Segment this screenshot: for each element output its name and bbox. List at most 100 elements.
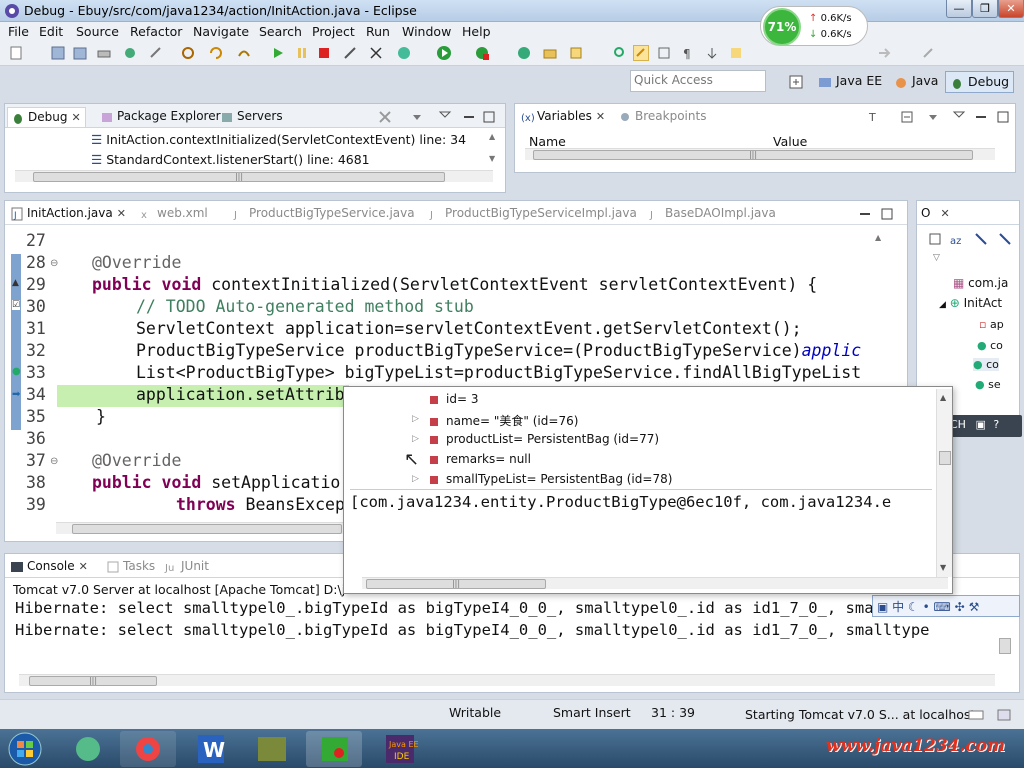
tab-web-xml[interactable]: x web.xml <box>137 204 212 224</box>
open-folder-icon[interactable] <box>542 45 558 61</box>
progress-icon[interactable] <box>968 707 984 723</box>
menu-search[interactable]: Search <box>259 24 302 39</box>
tab-variables[interactable]: (x) Variables ✕ <box>517 107 610 127</box>
view-menu-icon[interactable] <box>409 109 425 125</box>
menu-source[interactable]: Source <box>76 24 119 39</box>
scrollbar-thumb[interactable]: ||| <box>366 579 546 589</box>
close-button[interactable]: ✕ <box>998 0 1024 18</box>
step-return-icon[interactable] <box>236 45 252 61</box>
tab-breakpoints[interactable]: Breakpoints <box>615 107 710 127</box>
outline-item-package[interactable]: ▦ com.ja <box>953 276 1008 290</box>
scroll-down-icon[interactable]: ▼ <box>940 563 946 572</box>
tab-basedaoimpl[interactable]: J BaseDAOImpl.java <box>645 204 780 224</box>
menu-window[interactable]: Window <box>402 24 451 39</box>
maximize-view-icon[interactable] <box>995 109 1011 125</box>
show-type-names-icon[interactable]: T <box>867 109 883 125</box>
new-icon[interactable] <box>8 45 24 61</box>
ime-icon[interactable]: ▣ <box>975 418 985 431</box>
code-line[interactable]: List<ProductBigType> bigTypeList=product… <box>136 362 868 384</box>
close-icon[interactable]: ✕ <box>940 207 949 220</box>
maximize-view-icon[interactable] <box>481 109 497 125</box>
code-line[interactable]: @Override <box>92 252 181 274</box>
code-line[interactable]: ServletContext application=servletContex… <box>136 318 802 340</box>
pin-editor-icon[interactable] <box>920 45 936 61</box>
start-button[interactable] <box>2 730 48 768</box>
menu-project[interactable]: Project <box>312 24 355 39</box>
annotation-icon[interactable] <box>728 45 744 61</box>
show-whitespace-icon[interactable]: ¶ <box>680 45 696 61</box>
close-icon[interactable]: ✕ <box>117 207 126 220</box>
taskbar-app-chrome[interactable] <box>120 731 176 767</box>
toggle-block-selection-icon[interactable] <box>656 45 672 61</box>
new-class-icon[interactable] <box>516 45 532 61</box>
code-line[interactable]: public void setApplicatio <box>92 472 340 494</box>
collapse-all-icon[interactable] <box>899 109 915 125</box>
popup-horizontal-scrollbar[interactable]: ||| <box>362 577 948 589</box>
code-line[interactable]: throws BeansExcep <box>176 494 345 516</box>
skip-breakpoints-icon[interactable] <box>122 45 138 61</box>
minimize-button[interactable]: — <box>946 0 972 18</box>
variable-node-id[interactable]: id= 3 <box>430 392 478 406</box>
outline-item-method[interactable]: ● se <box>975 378 1001 391</box>
code-line[interactable]: ProductBigTypeService productBigTypeServ… <box>136 340 868 362</box>
taskbar-app-java-ee-ide[interactable]: Java EE IDE <box>372 731 428 767</box>
hide-static-icon[interactable] <box>997 231 1013 247</box>
ime-mode-icon[interactable]: ▣ <box>877 600 888 614</box>
expand-icon[interactable]: ◢ <box>939 300 946 310</box>
variable-detail-text[interactable]: [com.java1234.entity.ProductBigType@6ec1… <box>350 493 932 511</box>
tab-productbigtypeserviceimpl[interactable]: J ProductBigTypeServiceImpl.java <box>425 204 641 224</box>
column-header-value[interactable]: Value <box>773 134 807 149</box>
scroll-up-icon[interactable]: ▲ <box>875 233 881 242</box>
scrollbar-thumb[interactable] <box>939 451 951 465</box>
expand-icon[interactable]: ▷ <box>412 414 419 424</box>
horizontal-scrollbar[interactable]: ||| <box>15 170 493 182</box>
sort-icon[interactable]: az <box>949 231 965 247</box>
code-line[interactable]: public void contextInitialized(ServletCo… <box>92 274 817 296</box>
scroll-up-icon[interactable]: ▲ <box>940 393 946 402</box>
perspective-java-ee[interactable]: Java EE <box>814 71 886 93</box>
fold-icon[interactable]: ⊖ <box>50 456 58 467</box>
close-icon[interactable]: ✕ <box>79 560 88 573</box>
menu-refactor[interactable]: Refactor <box>130 24 182 39</box>
tab-initaction-java[interactable]: J InitAction.java ✕ <box>7 204 130 224</box>
outline-item-method[interactable]: ● co <box>977 339 1003 352</box>
code-line-current[interactable]: application.setAttrib <box>136 384 345 406</box>
perspective-java[interactable]: Java <box>890 71 942 93</box>
debug-run-icon[interactable] <box>396 45 412 61</box>
external-tools-icon[interactable] <box>474 45 490 61</box>
print-icon[interactable] <box>96 45 112 61</box>
expand-icon[interactable]: ▷ <box>412 434 419 444</box>
keyboard-icon[interactable]: ⌨ <box>934 600 951 614</box>
fold-icon[interactable]: ⊖ <box>50 258 58 269</box>
code-line[interactable]: } <box>96 406 106 428</box>
tab-outline[interactable]: O ✕ <box>917 204 954 224</box>
open-perspective-icon[interactable] <box>788 74 804 90</box>
open-type-icon[interactable] <box>180 45 196 61</box>
suspend-icon[interactable] <box>294 45 310 61</box>
vertical-scrollbar-thumb[interactable] <box>999 638 1011 654</box>
view-menu-icon[interactable] <box>925 109 941 125</box>
progress-view-icon[interactable] <box>996 707 1012 723</box>
stack-frame-item[interactable]: ☰ StandardContext.listenerStart() line: … <box>91 152 370 167</box>
build-icon[interactable] <box>148 45 164 61</box>
taskbar-app-eclipse-mark[interactable] <box>306 731 362 767</box>
outline-item-field[interactable]: ▫ ap <box>979 318 1004 331</box>
menu-help[interactable]: Help <box>462 24 491 39</box>
menu-navigate[interactable]: Navigate <box>193 24 249 39</box>
help-icon[interactable]: ? <box>993 418 999 431</box>
popup-vertical-scrollbar[interactable]: ▲ ▼ <box>936 389 952 577</box>
close-icon[interactable]: ✕ <box>71 111 80 124</box>
punctuation-icon[interactable]: • <box>923 600 930 614</box>
menu-file[interactable]: File <box>8 24 29 39</box>
save-icon[interactable] <box>50 45 66 61</box>
scrollbar-thumb[interactable]: ||| <box>533 150 973 160</box>
toggle-mark-occurrences-icon[interactable] <box>633 45 649 61</box>
tab-junit[interactable]: Ju JUnit <box>161 557 213 577</box>
ime-floating-toolbar[interactable]: ▣ 中 ☾ • ⌨ ✣ ⚒ <box>872 595 1020 617</box>
moon-icon[interactable]: ☾ <box>908 600 919 614</box>
run-icon[interactable] <box>436 45 452 61</box>
resume-icon[interactable] <box>270 45 286 61</box>
collapse-all-icon[interactable] <box>927 231 943 247</box>
tab-productbigtypeservice[interactable]: J ProductBigTypeService.java <box>229 204 419 224</box>
tab-servers[interactable]: Servers <box>217 107 287 127</box>
